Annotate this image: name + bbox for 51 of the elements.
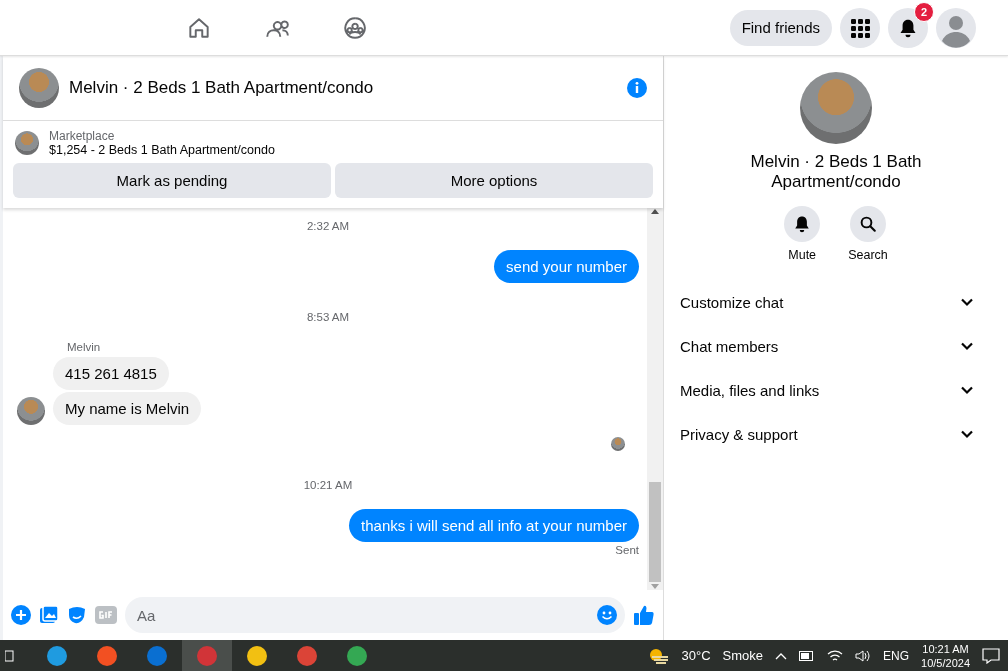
scrollbar-thumb[interactable]: [649, 482, 661, 582]
timestamp: 10:21 AM: [303, 479, 353, 491]
section-header[interactable]: Privacy & support: [664, 412, 1008, 456]
temperature: 30°C: [681, 648, 711, 663]
listing-thumbnail: [15, 131, 39, 155]
seen-avatar: [611, 437, 625, 451]
sender-name: Melvin: [67, 341, 102, 353]
scroll-down-arrow-icon[interactable]: [651, 584, 659, 590]
listing-source: Marketplace: [49, 129, 116, 143]
sticker-icon[interactable]: [67, 605, 87, 625]
image-icon[interactable]: [39, 605, 59, 625]
profile-avatar[interactable]: [936, 7, 976, 48]
bell-icon: [898, 17, 918, 38]
sent-message: send your number: [494, 250, 639, 283]
thumbs-up-icon[interactable]: [633, 604, 655, 626]
emoji-icon[interactable]: [597, 605, 617, 625]
weather-icon: [647, 646, 670, 665]
search-icon: [859, 215, 877, 233]
notification-badge: 2: [914, 1, 934, 22]
listing-action-button[interactable]: More options: [335, 163, 653, 198]
taskbar-clock[interactable]: 10:21 AM 10/5/2024: [921, 641, 970, 670]
info-icon[interactable]: [627, 78, 647, 98]
timestamp: 2:32 AM: [306, 220, 350, 232]
find-friends-button[interactable]: Find friends: [729, 9, 832, 46]
sent-message: thanks i will send all info at your number: [349, 509, 639, 542]
notification-icon[interactable]: [982, 647, 1000, 664]
battery-icon[interactable]: [799, 650, 816, 661]
plus-icon[interactable]: [11, 605, 31, 625]
notifications-button[interactable]: [888, 7, 928, 48]
section-header[interactable]: Chat members: [664, 324, 1008, 368]
received-message: 415 261 4815: [53, 357, 169, 390]
listing-action-button[interactable]: Mark as pending: [13, 163, 331, 198]
weather-condition: Smoke: [722, 648, 764, 663]
listing-summary: $1,254 - 2 Beds 1 Bath Apartment/condo: [49, 143, 275, 157]
message-input[interactable]: Aa: [125, 597, 625, 633]
listing-photo: [19, 68, 59, 108]
input-language[interactable]: ENG: [883, 648, 910, 663]
chat-title: Melvin · 2 Beds 1 Bath Apartment/condo: [69, 78, 375, 98]
scroll-up-arrow-icon[interactable]: [651, 208, 659, 214]
timestamp: 8:53 AM: [306, 311, 350, 323]
menu-button[interactable]: [840, 7, 880, 48]
received-message: My name is Melvin: [53, 392, 202, 425]
conversation-title: Melvin · 2 Beds 1 Bath Apartment/condo: [749, 152, 923, 192]
section-header[interactable]: Media, files and links: [664, 368, 1008, 412]
grid-icon: [850, 17, 870, 38]
speaker-icon[interactable]: [855, 648, 872, 663]
delivery-status: Sent: [615, 544, 639, 556]
bell-icon: [793, 215, 812, 233]
avatar: [17, 397, 45, 425]
section-header[interactable]: Customize chat: [664, 280, 1008, 324]
wifi-icon[interactable]: [827, 648, 844, 663]
